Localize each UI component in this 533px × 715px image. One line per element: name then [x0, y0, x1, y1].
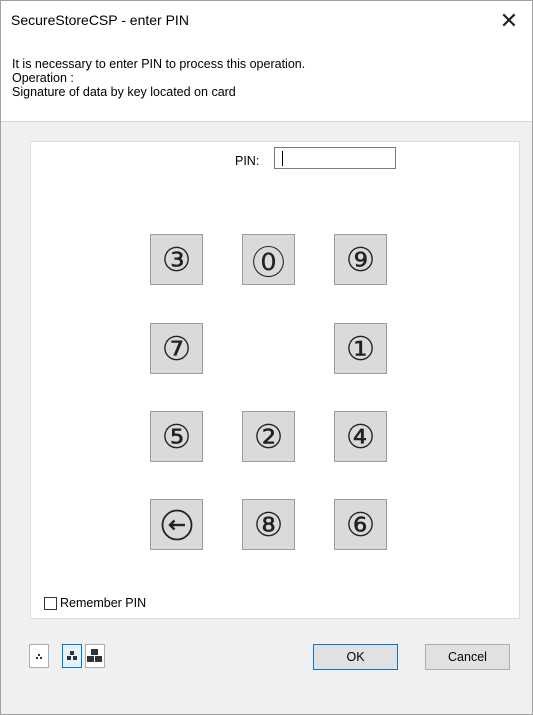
- pin-panel: PIN: ③ ⓪ ⑨ ⑦ ① ⑤ ② ④ ⑧ ⑥ Remember PIN: [30, 141, 520, 619]
- key-8[interactable]: ⑧: [242, 499, 295, 550]
- remember-pin-label: Remember PIN: [60, 596, 147, 610]
- ok-button[interactable]: OK: [313, 644, 398, 670]
- window-title: SecureStoreCSP - enter PIN: [11, 12, 189, 28]
- close-button[interactable]: ✕: [486, 1, 532, 41]
- remember-pin[interactable]: Remember PIN: [44, 596, 146, 610]
- medium-keypad-button[interactable]: [62, 644, 82, 668]
- key-7[interactable]: ⑦: [150, 323, 203, 374]
- pin-label: PIN:: [235, 154, 260, 168]
- key-1[interactable]: ①: [334, 323, 387, 374]
- info-area: It is necessary to enter PIN to process …: [1, 41, 532, 122]
- medium-keypad-icon: [67, 651, 77, 660]
- text-caret: [282, 151, 283, 166]
- small-keypad-button[interactable]: [29, 644, 49, 668]
- pin-dialog: SecureStoreCSP - enter PIN ✕ It is neces…: [0, 0, 533, 715]
- key-3[interactable]: ③: [150, 234, 203, 285]
- key-4[interactable]: ④: [334, 411, 387, 462]
- info-line-3: Signature of data by key located on card: [12, 85, 236, 99]
- large-keypad-icon: [87, 649, 102, 662]
- key-9[interactable]: ⑨: [334, 234, 387, 285]
- large-keypad-button[interactable]: [85, 644, 105, 668]
- pin-input[interactable]: [274, 147, 396, 169]
- cancel-button[interactable]: Cancel: [425, 644, 510, 670]
- key-5[interactable]: ⑤: [150, 411, 203, 462]
- info-line-1: It is necessary to enter PIN to process …: [12, 57, 306, 71]
- close-icon: ✕: [499, 8, 519, 33]
- key-2[interactable]: ②: [242, 411, 295, 462]
- small-keypad-icon: [36, 654, 42, 659]
- info-line-2: Operation :: [12, 71, 74, 85]
- remember-pin-checkbox[interactable]: [44, 596, 57, 610]
- key-6[interactable]: ⑥: [334, 499, 387, 550]
- backspace-key[interactable]: [150, 499, 203, 550]
- key-0[interactable]: ⓪: [242, 234, 295, 285]
- backspace-icon: [161, 509, 192, 540]
- title-bar: SecureStoreCSP - enter PIN ✕: [1, 1, 532, 41]
